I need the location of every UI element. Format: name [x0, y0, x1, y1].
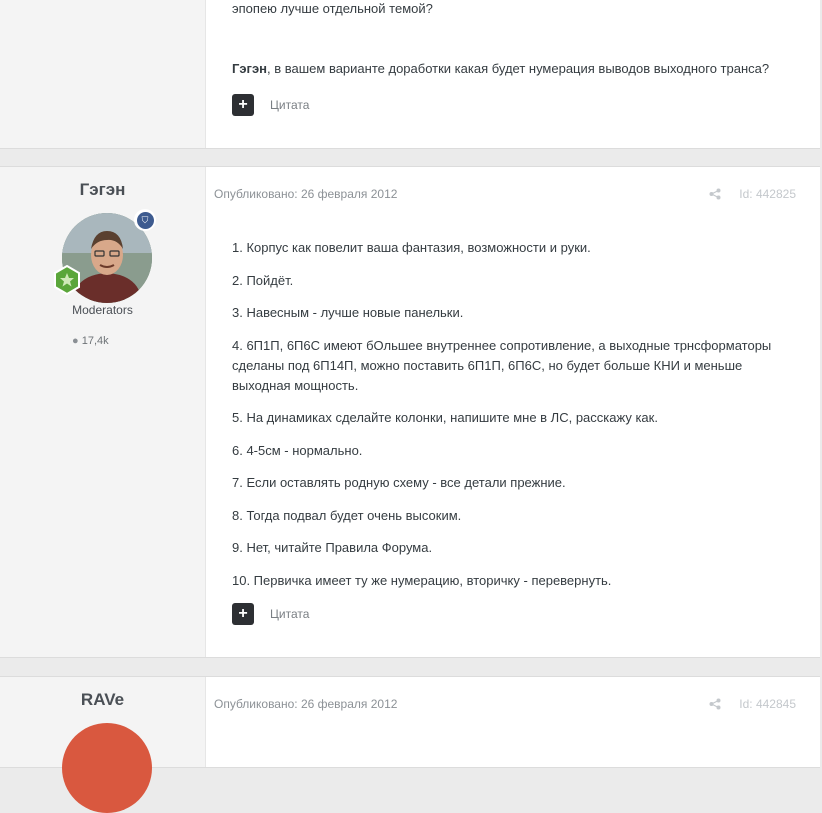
post-text: , в вашем варианте доработки какая будет…	[267, 61, 770, 76]
post-date[interactable]: Опубликовано: 26 февраля 2012	[214, 187, 397, 201]
post-paragraph: 2. Пойдёт.	[232, 272, 294, 288]
plus-icon: +	[238, 605, 248, 622]
post-paragraph: 1. Корпус как повелит ваша фантазия, воз…	[232, 240, 591, 255]
avatar[interactable]	[62, 723, 152, 813]
post-paragraph: 5. На динамиках сделайте колонки, напиши…	[232, 410, 658, 425]
post-1: эпопею лучше отдельной темой? Гэгэн, в в…	[0, 0, 820, 149]
quote-button[interactable]: Цитата	[270, 607, 309, 621]
share-icon[interactable]	[709, 698, 721, 710]
post-paragraph: 4. 6П1П, 6П6С имеют бОльшее внутреннее с…	[232, 337, 772, 393]
post-actions: + Цитата	[232, 603, 309, 625]
post-id: Id: 442825	[739, 187, 796, 201]
post-text: эпопею лучше отдельной темой?	[232, 1, 433, 16]
post-paragraph: 9. Нет, читайте Правила Форума.	[232, 540, 433, 555]
star-icon	[54, 265, 80, 295]
post-meta-right: Id: 442845	[709, 697, 796, 711]
multiquote-button[interactable]: +	[232, 603, 254, 625]
quote-button[interactable]: Цитата	[270, 98, 309, 112]
post-author-panel	[0, 0, 206, 148]
post-paragraph: 10. Первичка имеет ту же нумерацию, втор…	[232, 572, 612, 588]
post-paragraph: 6. 4-5см - нормально.	[232, 442, 363, 458]
post-paragraph: 7. Если оставлять родную схему - все дет…	[232, 475, 566, 490]
author-name[interactable]: RAVe	[0, 690, 205, 710]
shield-icon: ⛉	[136, 211, 154, 229]
author-name[interactable]: Гэгэн	[0, 180, 205, 200]
post-content-reply: Гэгэн, в вашем варианте доработки какая …	[232, 59, 792, 79]
post-paragraph: 3. Навесным - лучше новые панельки.	[232, 305, 464, 320]
post-count: ● 17,4k	[72, 335, 109, 347]
post-meta-right: Id: 442825	[709, 187, 796, 201]
mention-link[interactable]: Гэгэн	[232, 61, 267, 76]
user-group: Moderators	[72, 303, 133, 317]
post-2: Гэгэн ⛉ Moderators ● 17,4k Опубликовано:…	[0, 166, 820, 658]
post-author-panel: Гэгэн ⛉ Moderators ● 17,4k	[0, 167, 206, 657]
post-author-panel: RAVe	[0, 677, 206, 813]
comment-icon: ●	[72, 335, 79, 347]
post-paragraph: 8. Тогда подвал будет очень высоким.	[232, 507, 462, 523]
post-content: 1. Корпус как повелит ваша фантазия, воз…	[232, 238, 792, 603]
post-date[interactable]: Опубликовано: 26 февраля 2012	[214, 697, 397, 711]
share-icon[interactable]	[709, 188, 721, 200]
post-actions: + Цитата	[232, 94, 309, 116]
post-3: RAVe Опубликовано: 26 февраля 2012 Id: 4…	[0, 676, 820, 813]
moderator-badge: ⛉	[134, 209, 156, 231]
plus-icon: +	[238, 96, 248, 113]
post-content: эпопею лучше отдельной темой?	[232, 0, 792, 19]
multiquote-button[interactable]: +	[232, 94, 254, 116]
post-id: Id: 442845	[739, 697, 796, 711]
